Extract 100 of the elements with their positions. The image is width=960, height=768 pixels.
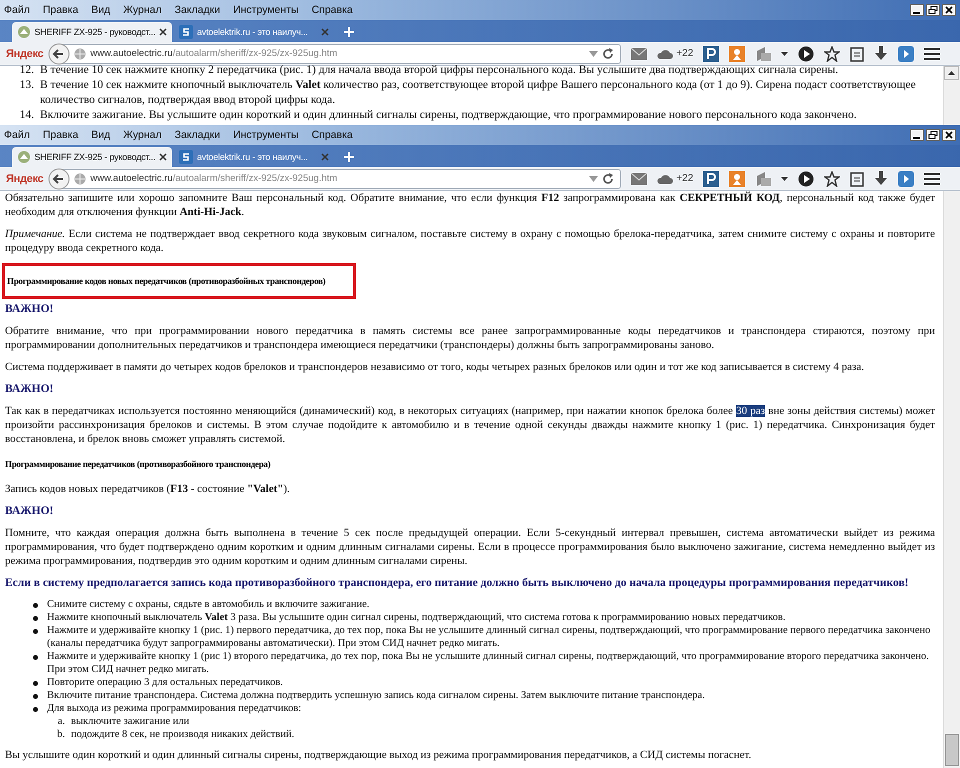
list-item-text: Повторите операцию 3 для остальных передатчиков. xyxy=(47,676,284,689)
reload-icon[interactable] xyxy=(602,172,614,184)
minimize-icon[interactable] xyxy=(910,4,924,16)
download-icon[interactable] xyxy=(874,46,888,62)
menu-item[interactable]: Файл xyxy=(4,4,30,16)
list-item-text: В течение 10 сек нажмите кнопку 2 передатчика (рис. 1) для начала ввода второй цифры персонального кода. Вы услышите два подтверждающих сигнала сирены. xyxy=(40,63,840,78)
section-heading: Программирование передатчиков (противоразбойного транспондера) xyxy=(5,458,270,471)
bullet-icon xyxy=(33,616,38,621)
browser-tab[interactable]: avtoelektrik.ru - это наилуч... xyxy=(174,22,334,42)
tab-title: SHERIFF ZX-925 - руководст... xyxy=(34,27,156,37)
browser-tab[interactable]: avtoelektrik.ru - это наилуч... xyxy=(174,147,334,167)
bookmark-app-icon[interactable] xyxy=(729,46,746,62)
note-paragraph: Примечание. Если система не подтверждает ввод секретного кода звуковым сигналом, поставьте систему в охрану с помощью брелока-передатчика, затем снимите систему с охраны и повторите процедуру ввода секретного кода. xyxy=(5,227,935,255)
back-icon[interactable] xyxy=(48,42,70,64)
close-icon[interactable] xyxy=(159,28,167,36)
star-icon[interactable] xyxy=(824,46,840,62)
item-marker: a. xyxy=(56,715,65,728)
list-item-text: Для выхода из режима программирования передатчиков: xyxy=(47,702,302,715)
menu-item[interactable]: Вид xyxy=(91,4,110,16)
bookmark-app-icon[interactable] xyxy=(703,46,720,62)
site-icon xyxy=(179,150,193,164)
restore-icon[interactable] xyxy=(926,129,940,141)
menu-item[interactable]: Закладки xyxy=(174,129,220,141)
play-icon[interactable] xyxy=(798,170,814,186)
list-item-text: Снимите систему с охраны, сядьте в автомобиль и включите зажигание. xyxy=(47,598,370,611)
bullet-icon xyxy=(33,694,38,699)
scroll-up-icon[interactable] xyxy=(944,66,959,80)
browser-tab[interactable]: SHERIFF ZX-925 - руководст... xyxy=(12,22,172,42)
menu-item[interactable]: Правка xyxy=(42,129,78,141)
scrollbar[interactable] xyxy=(943,66,960,125)
close-icon[interactable] xyxy=(159,153,167,161)
url-path: /autoalarm/sheriff/zx-925/zx-925ug.htm xyxy=(172,173,338,184)
brand-logo[interactable]: Яндекс xyxy=(6,172,44,184)
cloud-icon xyxy=(657,48,674,58)
menu-icon[interactable] xyxy=(924,46,940,60)
dropdown-icon[interactable] xyxy=(589,50,598,56)
caret-icon[interactable] xyxy=(781,176,788,180)
close-icon[interactable] xyxy=(942,129,956,141)
scrollbar[interactable] xyxy=(943,191,960,768)
menu-item[interactable]: Справка xyxy=(312,4,353,16)
menu-item[interactable]: Инструменты xyxy=(233,4,299,16)
cloud-icon xyxy=(657,174,674,184)
list-item-text: Нажмите и удерживайте кнопку 1 (рис 1) второго передатчика, до тех пор, пока Вы не услышите длинный сигнал сирены, подтверждающий, что программирование второго передатчика закончено. При этом СИД начнет редко мигать. xyxy=(47,650,930,676)
bookmark-app-icon[interactable] xyxy=(703,170,720,186)
menu-item[interactable]: Журнал xyxy=(123,129,162,141)
browser-tab[interactable]: SHERIFF ZX-925 - руководст... xyxy=(12,147,172,167)
paragraph: Так как в передатчиках используется постоянно меняющийся (динамический) код, в некоторых ситуациях (например, при нажатии кнопок брелока более 30 раз вне зоны действия системы) может произойти рассинхронизация брелоков и системы. В этом случае подойдите к автомобилю и в течение одной секунды дважды нажмите кнопку 1 (рис. 1) передатчика. Синхронизация будет восстановлена, и брелок вновь сможет управлять системой. xyxy=(5,404,935,446)
paragraph: Обратите внимание, что при программировании нового передатчика в память системы все ранее запрограммированные коды передатчиков и транспондера стираются, поэтому при программировании дополнительных передатчиков и транспондера имеющиеся передатчики (транспондеры) должны быть запрограммированы заново. xyxy=(5,324,935,352)
menu-item[interactable]: Закладки xyxy=(174,4,220,16)
back-icon[interactable] xyxy=(48,168,70,190)
temperature-label: +22 xyxy=(676,173,694,184)
list-item-text: Нажмите кнопочный выключатель Valet 3 раза. Вы услышите один сигнал сирены, подтверждающий, что система готова к программированию новых передатчиков. xyxy=(47,611,786,624)
site-icon xyxy=(17,25,30,39)
close-icon[interactable] xyxy=(942,4,956,16)
dropdown-icon[interactable] xyxy=(589,176,598,182)
menu-icon[interactable] xyxy=(924,172,940,186)
temperature-label: +22 xyxy=(676,48,694,59)
play-icon[interactable] xyxy=(798,46,814,62)
reload-icon[interactable] xyxy=(602,48,614,60)
restore-icon[interactable] xyxy=(926,4,940,16)
site-icon xyxy=(179,25,193,39)
menu-item[interactable]: Справка xyxy=(312,129,353,141)
mail-icon[interactable] xyxy=(631,172,648,184)
important-notice: ВАЖНО! xyxy=(5,302,54,316)
tab-title: avtoelektrik.ru - это наилуч... xyxy=(197,152,309,162)
list-item-text: Нажмите и удерживайте кнопку 1 (рис. 1) первого передатчика, до тех пор, пока Вы не услышите длинный сигнал сирены, подтверждающий, что программирование первого передатчика закончено (каналы передатчика будут запрограммированы автоматически). При этом СИД начнет редко мигать. xyxy=(47,624,932,650)
important-notice: ВАЖНО! xyxy=(5,382,54,396)
list-item-text: подождите 8 сек, не производя никаких действий. xyxy=(71,728,294,741)
tab-title: SHERIFF ZX-925 - руководст... xyxy=(34,152,156,162)
brand-logo[interactable]: Яндекс xyxy=(6,48,44,60)
list-item-text: Включите зажигание. Вы услышите один короткий и один длинный сигналы сирены, подтверждающие, что программирование нового персонального кода закончено. xyxy=(40,108,858,123)
clipboard-icon[interactable] xyxy=(850,46,864,62)
paragraph: Вы услышите один короткий и один длинный сигналы сирены, подтверждающие выход из режима программирования передатчиков, а СИД системы погаснет. xyxy=(5,748,752,762)
bookmark-app-icon[interactable] xyxy=(729,170,746,186)
menu-item[interactable]: Инструменты xyxy=(233,129,299,141)
bullet-icon xyxy=(33,707,38,712)
plus-icon[interactable] xyxy=(344,27,354,37)
minimize-icon[interactable] xyxy=(910,129,924,141)
clipboard-icon[interactable] xyxy=(850,170,864,186)
item-number: 12. xyxy=(18,63,34,78)
list-item-text: выключите зажигание или xyxy=(71,715,190,728)
important-notice: ВАЖНО! xyxy=(5,504,54,518)
caret-icon[interactable] xyxy=(781,52,788,56)
item-number: 14. xyxy=(18,108,34,123)
section-heading: Программирование кодов новых передатчиков (противоразбойных транспондеров) xyxy=(7,275,326,288)
scrollbar-thumb[interactable] xyxy=(945,734,959,766)
list-item-text: Включите питание транспондера. Система должна подтвердить успешную запись кода сигналом сирены. Затем выключите питание транспондера. xyxy=(47,689,706,702)
menu-item[interactable]: Журнал xyxy=(123,4,162,16)
star-icon[interactable] xyxy=(824,170,840,186)
menu-item[interactable]: Правка xyxy=(42,4,78,16)
url-path: /autoalarm/sheriff/zx-925/zx-925ug.htm xyxy=(172,48,338,59)
menu-item[interactable]: Файл xyxy=(4,129,30,141)
download-icon[interactable] xyxy=(874,170,888,186)
bullet-icon xyxy=(33,629,38,634)
menu-item[interactable]: Вид xyxy=(91,129,110,141)
list-item-text: В течение 10 сек нажмите кнопочный выключатель Valet количество раз, соответствующее второй цифре Вашего персонального кода (от 1 до 9). Сирена подаст соответствующее количество сигналов, подтверждая ввод второй цифры кода. xyxy=(40,78,917,108)
url-host: www.autoelectric.ru xyxy=(90,48,173,59)
plus-icon[interactable] xyxy=(344,152,354,162)
paragraph: Система поддерживает в памяти до четырех кодов брелоков и транспондеров независимо от того, коды четырех разных брелоков или один и тот же код записывается в систему 4 раза. xyxy=(5,360,865,374)
mail-icon[interactable] xyxy=(631,48,648,60)
